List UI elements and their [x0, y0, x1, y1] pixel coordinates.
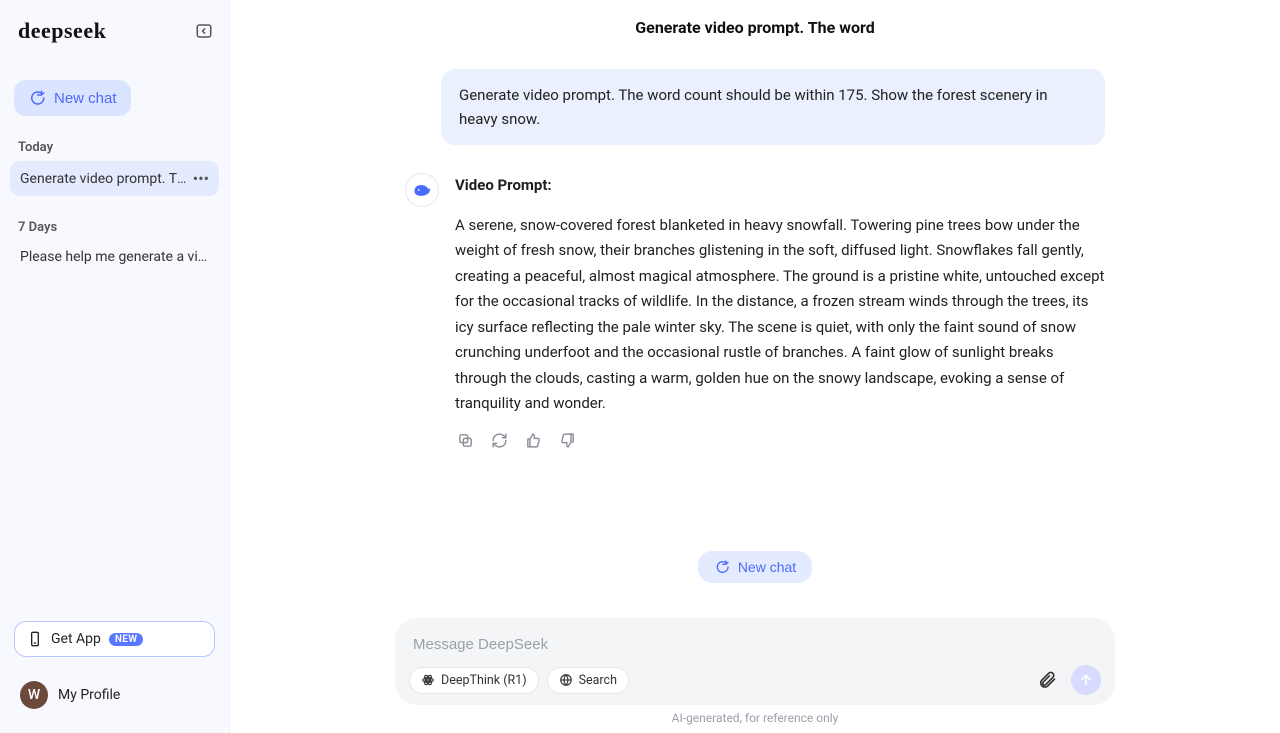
history-section-today: Today — [18, 140, 211, 155]
sidebar-header: deepseek — [10, 14, 219, 52]
panel-left-icon — [195, 22, 213, 40]
history-section-7days: 7 Days — [18, 220, 211, 235]
dislike-button[interactable] — [557, 431, 577, 451]
get-app-label: Get App — [51, 631, 101, 647]
assistant-heading: Video Prompt: — [455, 173, 1105, 199]
collapse-sidebar-button[interactable] — [191, 18, 217, 44]
history-item[interactable]: Please help me generate a video — [10, 241, 219, 273]
refresh-icon — [491, 432, 508, 449]
history-item-menu-icon[interactable]: ••• — [187, 169, 209, 188]
deepthink-chip[interactable]: DeepThink (R1) — [409, 667, 539, 694]
history-item[interactable]: Generate video prompt. The word ••• — [10, 161, 219, 196]
phone-icon — [27, 631, 43, 647]
regenerate-button[interactable] — [489, 431, 509, 451]
center-new-chat-row: New chat — [405, 551, 1105, 583]
assistant-avatar — [405, 173, 439, 207]
globe-icon — [559, 673, 573, 687]
page-title: Generate video prompt. The word — [230, 0, 1280, 53]
sidebar: deepseek New chat Today Generate video p… — [0, 0, 230, 733]
avatar: W — [20, 681, 48, 709]
thumbs-down-icon — [559, 432, 576, 449]
composer: DeepThink (R1) Search — [395, 618, 1115, 705]
whale-icon — [412, 180, 432, 200]
chat-area: Generate video prompt. The word count sh… — [230, 53, 1280, 602]
profile-button[interactable]: W My Profile — [14, 671, 215, 719]
paperclip-icon — [1037, 670, 1057, 690]
sidebar-bottom: Get App NEW W My Profile — [10, 621, 219, 719]
message-input[interactable] — [409, 630, 1101, 665]
disclaimer: AI-generated, for reference only — [230, 711, 1280, 725]
profile-label: My Profile — [58, 687, 120, 703]
copy-icon — [457, 432, 474, 449]
atom-icon — [421, 673, 435, 687]
history-item-text: Generate video prompt. The word — [20, 171, 187, 187]
attach-button[interactable] — [1035, 668, 1059, 692]
user-message: Generate video prompt. The word count sh… — [441, 69, 1105, 145]
composer-area: DeepThink (R1) Search AI-gene — [230, 602, 1280, 733]
arrow-up-icon — [1078, 672, 1094, 688]
logo: deepseek — [18, 18, 106, 44]
copy-button[interactable] — [455, 431, 475, 451]
search-chip[interactable]: Search — [547, 667, 629, 694]
history-item-text: Please help me generate a video — [20, 249, 209, 265]
new-chat-icon — [714, 559, 730, 575]
new-badge: NEW — [109, 633, 143, 646]
assistant-message: Video Prompt: A serene, snow-covered for… — [405, 173, 1105, 451]
thumbs-up-icon — [525, 432, 542, 449]
deepthink-label: DeepThink (R1) — [441, 673, 527, 688]
send-button[interactable] — [1071, 665, 1101, 695]
new-chat-icon — [28, 89, 46, 107]
new-chat-label: New chat — [54, 90, 117, 107]
main: Generate video prompt. The word Generate… — [230, 0, 1280, 733]
search-label: Search — [579, 673, 617, 688]
center-new-chat-label: New chat — [738, 559, 796, 575]
like-button[interactable] — [523, 431, 543, 451]
message-actions — [455, 431, 1105, 451]
assistant-body-text: A serene, snow-covered forest blanketed … — [455, 213, 1105, 417]
center-new-chat-button[interactable]: New chat — [698, 551, 812, 583]
get-app-button[interactable]: Get App NEW — [14, 621, 215, 657]
new-chat-button[interactable]: New chat — [14, 80, 131, 116]
